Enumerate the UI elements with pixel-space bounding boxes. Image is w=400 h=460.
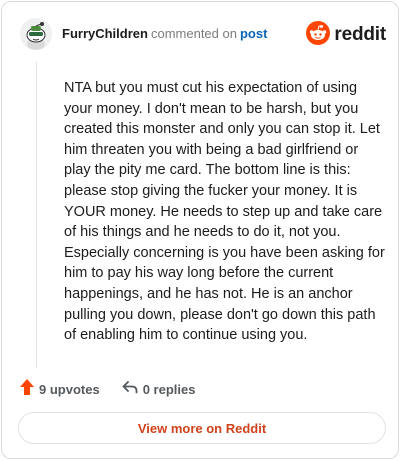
snoo-avatar-icon[interactable] <box>20 18 52 50</box>
reply-arrow-icon <box>122 380 138 399</box>
upvote-arrow-icon <box>20 378 34 400</box>
comment-header: FurryChildren commented on post reddit <box>20 18 386 52</box>
reddit-logo-icon <box>306 20 331 50</box>
reddit-wordmark: reddit <box>334 24 386 45</box>
reply-button[interactable]: 0 replies <box>122 380 196 399</box>
upvote-count: 9 upvotes <box>39 381 100 397</box>
post-link[interactable]: post <box>240 26 267 41</box>
comment-actions: 9 upvotes 0 replies <box>20 378 217 400</box>
view-more-button[interactable]: View more on Reddit <box>18 412 386 444</box>
reply-count: 0 replies <box>142 381 196 397</box>
comment-meta: FurryChildren commented on post <box>62 26 267 42</box>
upvote-button[interactable]: 9 upvotes <box>20 378 100 400</box>
embedded-comment-card: FurryChildren commented on post reddit N… <box>1 1 399 459</box>
username-link[interactable]: FurryChildren <box>62 26 148 41</box>
comment-body: NTA but you must cut his expectation of … <box>64 80 385 344</box>
action-text: commented on <box>150 26 237 41</box>
thread-line <box>36 62 37 368</box>
reddit-brand[interactable]: reddit <box>306 20 386 50</box>
